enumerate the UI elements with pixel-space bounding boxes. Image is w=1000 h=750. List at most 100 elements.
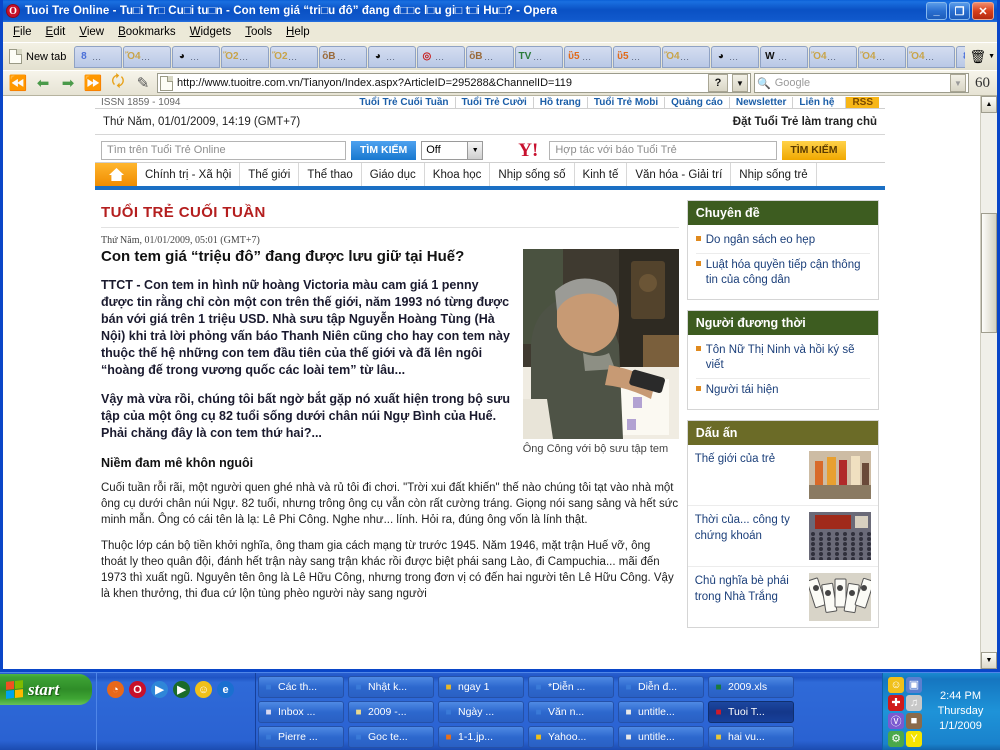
menu-item-tools[interactable]: Tools (238, 24, 279, 40)
tray-clock[interactable]: 2:44 PM Thursday 1/1/2009 (926, 689, 995, 734)
browser-tab[interactable]: TV... (515, 45, 564, 68)
top-nav-link[interactable]: Tuổi Trẻ Cười (454, 97, 533, 108)
scrollbar-thumb[interactable] (981, 213, 997, 333)
camera-tray-icon[interactable]: ■ (906, 712, 922, 729)
set-homepage-link[interactable]: Đặt Tuổi Trẻ làm trang chủ (733, 116, 877, 128)
browser-tab[interactable]: Ὄ4... (662, 45, 711, 68)
yahoo-messenger-tray-icon[interactable]: ☺ (888, 676, 904, 693)
nav-item-th-gi-i[interactable]: Thế giới (240, 163, 300, 186)
scrollbar-track[interactable] (981, 333, 997, 652)
browser-tab[interactable]: 8... (74, 45, 123, 68)
search-engine-dropdown[interactable]: ▼ (950, 74, 966, 92)
browser-tab[interactable]: ὒ5... (564, 45, 613, 68)
scroll-down-button[interactable]: ▼ (981, 652, 997, 669)
opera-icon[interactable]: O (129, 681, 146, 698)
browser-tab[interactable]: Ὅ2... (221, 45, 270, 68)
browser-tab[interactable]: ὃB... (319, 45, 368, 68)
menu-item-file[interactable]: File (6, 24, 39, 40)
antivirus-tray-icon[interactable]: ✚ (888, 694, 904, 711)
trash-icon[interactable]: 🗑 ▼ (970, 49, 995, 65)
minimize-button[interactable]: _ (926, 2, 947, 20)
menu-item-view[interactable]: View (72, 24, 111, 40)
browser-tab[interactable]: ὒ5... (613, 45, 662, 68)
sidebar-thumb-item[interactable]: Thế giới của trẻ (687, 445, 878, 506)
sidebar-link[interactable]: Tôn Nữ Thị Ninh và hồi ký sẽ viết (695, 339, 870, 379)
partner-search-input[interactable]: Hợp tác với báo Tuổi Trẻ (549, 140, 778, 160)
menu-item-bookmarks[interactable]: Bookmarks (111, 24, 183, 40)
rss-badge[interactable]: RSS (845, 97, 879, 108)
sidebar-link[interactable]: Do ngân sách eo hẹp (695, 229, 870, 254)
volume-tray-icon[interactable]: ♫ (906, 694, 922, 711)
top-nav-link[interactable]: Hồ trang (532, 97, 587, 108)
player-icon[interactable]: ▶ (173, 681, 190, 698)
internet-explorer-icon[interactable]: e (217, 681, 234, 698)
taskbar-button[interactable]: ■ *Diễn ... (528, 676, 614, 698)
taskbar-button[interactable]: ■ hai vu... (708, 726, 794, 748)
nav-item-th-thao[interactable]: Thể thao (299, 163, 362, 186)
browser-tab[interactable]: W... (760, 45, 809, 68)
firefox-icon[interactable]: ◔ (107, 681, 124, 698)
pencil-icon[interactable]: ✎ (132, 73, 154, 93)
menu-item-widgets[interactable]: Widgets (183, 24, 239, 40)
top-nav-link[interactable]: Tuổi Trẻ Cuối Tuần (353, 97, 454, 108)
media-icon[interactable]: ▶ (151, 681, 168, 698)
restore-button[interactable]: ❐ (949, 2, 970, 20)
browser-tab[interactable]: 8... (956, 45, 965, 68)
top-nav-link[interactable]: Quảng cáo (664, 97, 729, 108)
url-input[interactable]: http://www.tuoitre.com.vn/Tianyon/Index.… (157, 73, 751, 93)
browser-tab[interactable]: ◕... (172, 45, 221, 68)
taskbar-button[interactable]: ■ untitle... (618, 701, 704, 723)
unikey-tray-icon[interactable]: Ⓥ (888, 712, 904, 729)
back-arrow-icon[interactable]: ⬅ (32, 73, 54, 93)
close-button[interactable]: ✕ (972, 2, 994, 20)
nav-item-nh-p-s-ng-s-[interactable]: Nhịp sống số (490, 163, 575, 186)
url-dropdown-button[interactable]: ▼ (732, 74, 748, 92)
top-nav-link[interactable]: Newsletter (728, 97, 793, 108)
taskbar-button[interactable]: ■ Văn n... (528, 701, 614, 723)
taskbar-button[interactable]: ■ Goc te... (348, 726, 434, 748)
taskbar-button[interactable]: ■ 2009.xls (708, 676, 794, 698)
taskbar-button[interactable]: ■ Diễn đ... (618, 676, 704, 698)
nav-item-kinh-t-[interactable]: Kinh tế (575, 163, 628, 186)
nav-item-nh-p-s-ng-tr-[interactable]: Nhịp sống trẻ (731, 163, 817, 186)
browser-tab[interactable]: Ὄ4... (858, 45, 907, 68)
browser-tab[interactable]: ὃB... (466, 45, 515, 68)
browser-tab[interactable]: Ὄ4... (809, 45, 858, 68)
nav-item-ch-nh-tr-x-h-i[interactable]: Chính trị - Xã hội (137, 163, 241, 186)
search-input[interactable]: 🔍 Google ▼ (754, 73, 969, 93)
taskbar-button[interactable]: ■ untitle... (618, 726, 704, 748)
taskbar-button[interactable]: ■ Các th... (258, 676, 344, 698)
yahoo-messenger-icon[interactable]: ☺ (195, 681, 212, 698)
nav-item-gi-o-d-c[interactable]: Giáo dục (362, 163, 425, 186)
browser-tab[interactable]: ◕... (368, 45, 417, 68)
taskbar-button[interactable]: ■ 1-1.jp... (438, 726, 524, 748)
top-nav-link[interactable]: Liên hệ (792, 97, 840, 108)
taskbar-button[interactable]: ■ 2009 -... (348, 701, 434, 723)
forward-arrow-icon[interactable]: ➡ (57, 73, 79, 93)
home-icon[interactable] (95, 163, 137, 186)
zoom-level-indicator[interactable]: 60 (972, 75, 993, 92)
new-tab-button[interactable]: New tab (5, 46, 73, 67)
site-search-button[interactable]: TÌM KIẾM (351, 140, 417, 160)
updates-tray-icon[interactable]: ⚙ (888, 730, 904, 747)
help-button[interactable]: ? (708, 74, 728, 92)
taskbar-button[interactable]: ■ Yahoo... (528, 726, 614, 748)
page-scrollbar[interactable]: ▲ ▼ (980, 96, 997, 669)
menu-item-help[interactable]: Help (279, 24, 317, 40)
search-filter-select[interactable]: Off ▼ (421, 140, 484, 160)
browser-tab[interactable]: Ὄ4... (123, 45, 172, 68)
taskbar-button[interactable]: ■ Ngày ... (438, 701, 524, 723)
sidebar-link[interactable]: Luật hóa quyền tiếp cận thông tin của cô… (695, 254, 870, 293)
top-nav-link[interactable]: Tuổi Trẻ Mobi (586, 97, 664, 108)
network-tray-icon[interactable]: ▣ (906, 676, 922, 693)
start-button[interactable]: start (0, 674, 92, 705)
taskbar-button[interactable]: ■ Tuoi T... (708, 701, 794, 723)
site-search-input[interactable]: Tìm trên Tuổi Trẻ Online (101, 140, 346, 160)
sidebar-link[interactable]: Người tái hiện (695, 379, 870, 403)
browser-tab[interactable]: ◕... (711, 45, 760, 68)
partner-search-button[interactable]: TÌM KIẾM (782, 140, 846, 160)
nav-item-v-n-h-a-gi-i-tr-[interactable]: Văn hóa - Giải trí (627, 163, 732, 186)
taskbar-button[interactable]: ■ ngay 1 (438, 676, 524, 698)
yahoo-tray-icon[interactable]: Y (906, 730, 922, 747)
scroll-up-button[interactable]: ▲ (981, 96, 997, 113)
